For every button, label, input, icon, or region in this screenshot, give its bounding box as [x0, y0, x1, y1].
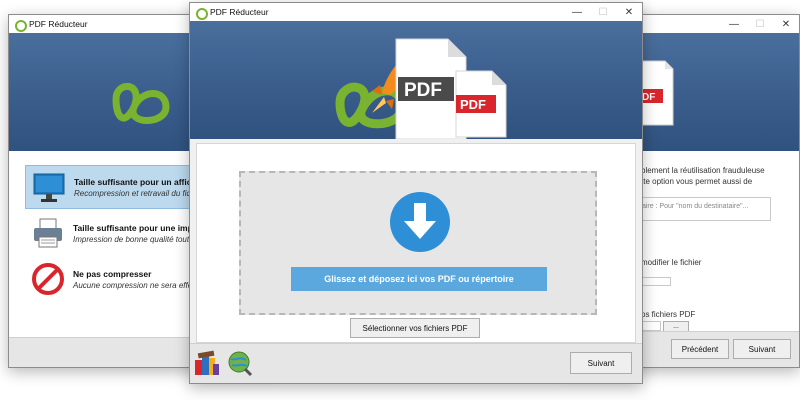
download-arrow-icon	[390, 192, 450, 252]
option-title: Ne pas compresser	[73, 268, 152, 279]
drop-label: Glissez et déposez ici vos PDF ou répert…	[291, 267, 547, 291]
drop-zone[interactable]: Glissez et déposez ici vos PDF ou répert…	[239, 171, 597, 315]
printer-icon	[34, 218, 62, 248]
maximize-button[interactable]: ☐	[747, 15, 773, 33]
minimize-button[interactable]: —	[564, 3, 590, 21]
banner-art: PDF PDF	[335, 38, 507, 140]
next-button[interactable]: Suivant	[733, 339, 791, 359]
app-logo-icon	[196, 7, 208, 20]
info-text: tte option vous permet aussi de	[641, 177, 753, 186]
previous-button[interactable]: Précédent	[671, 339, 729, 359]
window-title: PDF Réducteur	[210, 7, 269, 17]
pdf-label-small: PDF	[460, 97, 486, 112]
window-footer: Suivant	[190, 343, 642, 383]
option-description: Aucune compression ne sera effectu	[73, 280, 203, 290]
books-icon[interactable]	[194, 350, 220, 376]
monitor-icon	[33, 173, 65, 202]
drop-panel: Glissez et déposez ici vos PDF ou répert…	[196, 143, 636, 343]
window-title: PDF Réducteur	[29, 19, 88, 29]
minimize-button[interactable]: —	[721, 15, 747, 33]
svg-text:DF: DF	[642, 92, 655, 103]
pdf-label-large: PDF	[404, 80, 442, 101]
no-entry-icon	[32, 263, 64, 295]
app-logo-icon	[15, 19, 27, 32]
close-button[interactable]: ✕	[616, 3, 642, 21]
files-label: os fichiers PDF	[641, 310, 696, 319]
header-banner: PDF PDF	[190, 21, 642, 140]
globe-search-icon[interactable]	[226, 350, 252, 376]
recipient-field[interactable]: taire : Pour "nom du destinataire"...	[635, 197, 771, 221]
modify-label: modifier le fichier	[641, 258, 702, 267]
modify-field[interactable]	[639, 277, 671, 286]
title-bar: PDF Réducteur — ☐ ✕	[190, 3, 642, 21]
pdf-document-icon: PDF	[455, 70, 507, 138]
maximize-button[interactable]: ☐	[590, 3, 616, 21]
info-text: blement la réutilisation frauduleuse	[641, 166, 765, 175]
close-button[interactable]: ✕	[773, 15, 799, 33]
main-window: PDF Réducteur — ☐ ✕ PDF PDF Glissez et d…	[189, 2, 643, 384]
select-files-button[interactable]: Sélectionner vos fichiers PDF	[350, 318, 480, 338]
next-button[interactable]: Suivant	[570, 352, 632, 374]
